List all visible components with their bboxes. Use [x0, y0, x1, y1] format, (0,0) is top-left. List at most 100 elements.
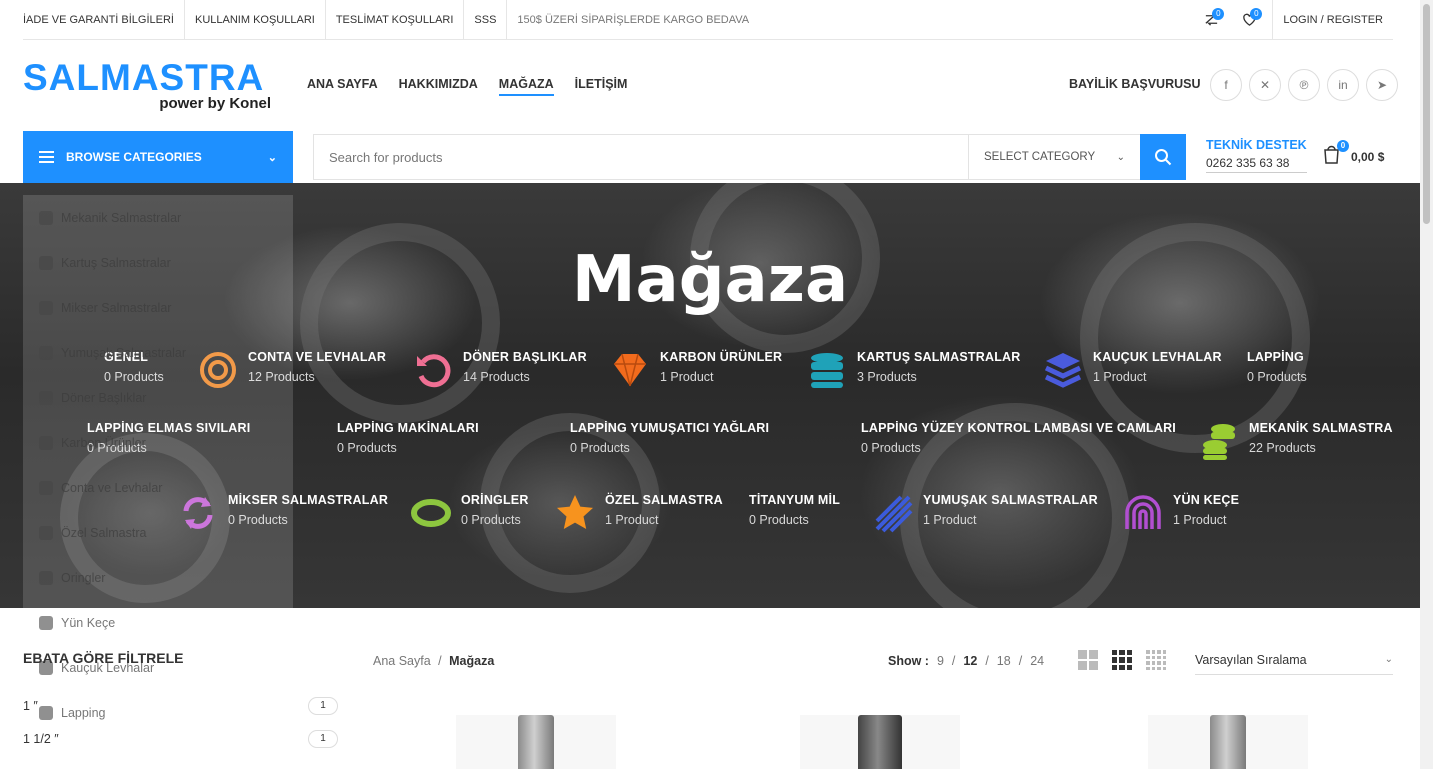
- sort-value: Varsayılan Sıralama: [1195, 652, 1307, 667]
- site-logo[interactable]: SALMASTRA power by Konel: [23, 57, 273, 112]
- category-titanyum[interactable]: TİTANYUM MİL 0 Products: [749, 493, 840, 527]
- x-icon[interactable]: ✕: [1249, 69, 1281, 101]
- nav-home[interactable]: ANA SAYFA: [307, 77, 378, 96]
- category-count: 1 Product: [660, 370, 714, 384]
- star-icon: [557, 495, 593, 529]
- product-card[interactable]: [1148, 715, 1308, 769]
- category-icon: [39, 570, 53, 585]
- nav-contact[interactable]: İLETİŞİM: [575, 77, 628, 96]
- grid-2-icon[interactable]: [1078, 650, 1098, 670]
- search-button[interactable]: [1140, 134, 1186, 180]
- linkedin-icon[interactable]: in: [1327, 69, 1359, 101]
- topbar-link-terms[interactable]: KULLANIM KOŞULLARI: [185, 0, 326, 40]
- category-select[interactable]: SELECT CATEGORY ⌄: [968, 135, 1140, 179]
- support-title: TEKNİK DESTEK: [1206, 138, 1307, 152]
- category-lapping-lamba[interactable]: LAPPİNG YÜZEY KONTROL LAMBASI VE CAMLARI…: [861, 421, 1176, 455]
- category-kaucuk[interactable]: KAUÇUK LEVHALAR 1 Product: [1043, 350, 1222, 390]
- category-name: LAPPİNG MAKİNALARI: [337, 421, 479, 435]
- login-register-link[interactable]: LOGIN / REGISTER: [1272, 0, 1393, 40]
- category-name: ORİNGLER: [461, 493, 529, 507]
- pinterest-icon[interactable]: ℗: [1288, 69, 1320, 101]
- menu-icon: [39, 148, 54, 166]
- category-karbon[interactable]: KARBON ÜRÜNLER 1 Product: [610, 350, 782, 390]
- category-oringler[interactable]: ORİNGLER 0 Products: [411, 493, 529, 533]
- grid-4-icon[interactable]: [1146, 650, 1166, 670]
- category-count: 0 Products: [461, 513, 521, 527]
- telegram-icon[interactable]: ➤: [1366, 69, 1398, 101]
- category-count: 1 Product: [1093, 370, 1147, 384]
- category-name: KARBON ÜRÜNLER: [660, 350, 783, 364]
- filter-label: 1 ″: [23, 699, 38, 713]
- dropdown-item[interactable]: Oringler: [23, 555, 293, 600]
- category-count: 0 Products: [337, 441, 397, 455]
- logo-text: SALMASTRA: [23, 57, 265, 98]
- breadcrumb-home[interactable]: Ana Sayfa: [373, 654, 431, 668]
- wishlist-icon[interactable]: 0: [1230, 0, 1268, 40]
- filter-item[interactable]: 1 ″ 1: [23, 697, 338, 715]
- category-count: 0 Products: [861, 441, 921, 455]
- dropdown-item[interactable]: Yün Keçe: [23, 600, 293, 645]
- per-page-9[interactable]: 9: [937, 654, 944, 668]
- dropdown-item[interactable]: Karbon Ürünler: [23, 420, 293, 465]
- dealer-application-link[interactable]: BAYİLİK BAŞVURUSU: [1069, 77, 1201, 91]
- category-lapping[interactable]: LAPPİNG 0 Products: [1247, 350, 1307, 384]
- category-yumusak[interactable]: YUMUŞAK SALMASTRALAR 1 Product: [873, 493, 1098, 533]
- category-lapping-yag[interactable]: LAPPİNG YUMUŞATICI YAĞLARI 0 Products: [570, 421, 769, 455]
- arch-icon: [1125, 495, 1161, 529]
- dropdown-item[interactable]: Mikser Salmastralar: [23, 285, 293, 330]
- dropdown-item[interactable]: Özel Salmastra: [23, 510, 293, 555]
- category-name: YUMUŞAK SALMASTRALAR: [923, 493, 1098, 507]
- per-page-selector: Show : 9/ 12/ 18/ 24: [888, 654, 1045, 668]
- filter-title: EBATA GÖRE FİLTRELE: [23, 650, 184, 666]
- category-count: 0 Products: [1247, 370, 1307, 384]
- sort-select[interactable]: Varsayılan Sıralama ⌄: [1195, 645, 1393, 675]
- grid-3-icon[interactable]: [1112, 650, 1132, 670]
- dropdown-item[interactable]: Kartuş Salmastralar: [23, 240, 293, 285]
- category-count: 3 Products: [857, 370, 917, 384]
- shopping-bag-icon: 0: [1322, 140, 1349, 169]
- category-lapping-makina[interactable]: LAPPİNG MAKİNALARI 0 Products: [337, 421, 479, 455]
- support-phone[interactable]: 0262 335 63 38: [1206, 156, 1307, 173]
- category-select-label: SELECT CATEGORY: [984, 151, 1096, 163]
- per-page-24[interactable]: 24: [1030, 654, 1044, 668]
- dropdown-item[interactable]: Döner Başlıklar: [23, 375, 293, 420]
- category-mekanik[interactable]: MEKANİK SALMASTRA 22 Products: [1199, 421, 1393, 461]
- grid-view-switcher: [1078, 650, 1166, 670]
- cart-button[interactable]: 0 0,00 $: [1322, 140, 1384, 169]
- page-scrollbar[interactable]: [1420, 0, 1433, 769]
- category-doner[interactable]: DÖNER BAŞLIKLAR 14 Products: [413, 350, 587, 390]
- category-count: 14 Products: [463, 370, 530, 384]
- topbar-link-faq[interactable]: SSS: [464, 0, 508, 40]
- category-kartus[interactable]: KARTUŞ SALMASTRALAR 3 Products: [807, 350, 1021, 390]
- category-name: TİTANYUM MİL: [749, 493, 841, 507]
- browse-categories-button[interactable]: BROWSE CATEGORIES ⌄: [23, 131, 293, 183]
- category-ozel[interactable]: ÖZEL SALMASTRA 1 Product: [555, 493, 723, 533]
- nav-about[interactable]: HAKKIMIZDA: [399, 77, 478, 96]
- filter-item[interactable]: 1 1/2 ″ 1: [23, 730, 338, 748]
- rotate-icon: [417, 354, 451, 388]
- nav-shop[interactable]: MAĞAZA: [498, 77, 554, 96]
- topbar-link-delivery[interactable]: TESLİMAT KOŞULLARI: [326, 0, 465, 40]
- topbar-link-return[interactable]: İADE VE GARANTİ BİLGİLERİ: [23, 0, 185, 40]
- category-yun-kece[interactable]: YÜN KEÇE 1 Product: [1123, 493, 1239, 533]
- layers-icon: [1044, 353, 1082, 388]
- product-card[interactable]: [800, 715, 960, 769]
- show-label: Show :: [888, 654, 929, 668]
- category-icon: [39, 435, 53, 450]
- category-count: 22 Products: [1249, 441, 1316, 455]
- dropdown-item[interactable]: Conta ve Levhalar: [23, 465, 293, 510]
- tech-support: TEKNİK DESTEK 0262 335 63 38: [1206, 138, 1307, 173]
- per-page-12[interactable]: 12: [963, 654, 977, 668]
- compare-icon[interactable]: 0: [1192, 0, 1230, 40]
- scrollbar-thumb[interactable]: [1423, 4, 1430, 224]
- product-image: [858, 715, 902, 769]
- dropdown-item[interactable]: Yumuşak Salmastralar: [23, 330, 293, 375]
- dropdown-item[interactable]: Mekanik Salmastralar: [23, 195, 293, 240]
- facebook-icon[interactable]: f: [1210, 69, 1242, 101]
- search-input[interactable]: [314, 135, 968, 179]
- compare-badge: 0: [1212, 7, 1225, 20]
- per-page-18[interactable]: 18: [997, 654, 1011, 668]
- product-card[interactable]: [456, 715, 616, 769]
- category-count: 1 Product: [605, 513, 659, 527]
- chevron-down-icon: ⌄: [267, 151, 277, 164]
